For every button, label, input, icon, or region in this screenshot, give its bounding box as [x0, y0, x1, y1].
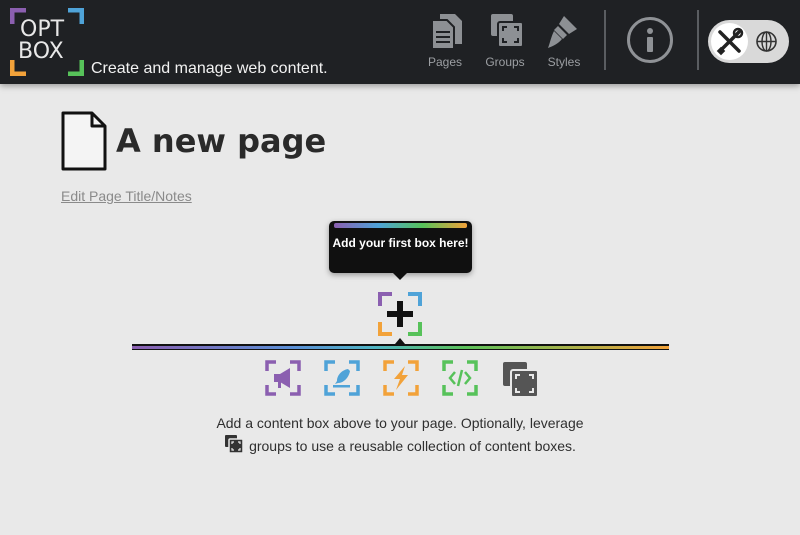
optbox-logo[interactable]: OPT BOX: [9, 7, 85, 77]
code-icon: [442, 360, 478, 396]
nav-groups[interactable]: Groups: [480, 12, 530, 69]
first-box-tooltip: Add your first box here!: [329, 221, 472, 280]
tooltip-arrow: [392, 272, 408, 280]
top-bar: OPT BOX Create and manage web content. P…: [0, 0, 800, 84]
info-button[interactable]: [627, 17, 673, 63]
feather-icon: [324, 360, 360, 396]
help-line-1: Add a content box above to your page. Op…: [216, 415, 584, 431]
toggle-knob: [711, 23, 748, 60]
paintbrush-icon: [548, 16, 577, 48]
help-line-2-wrap: groups to use a reusable collection of c…: [120, 434, 680, 457]
page-document-icon: [61, 111, 107, 171]
help-line-2: groups to use a reusable collection of c…: [249, 438, 576, 454]
megaphone-icon: [265, 360, 301, 396]
nav-styles-label: Styles: [547, 55, 581, 69]
edit-page-title-link[interactable]: Edit Page Title/Notes: [61, 188, 192, 204]
info-icon: [647, 28, 653, 52]
nav-groups-label: Groups: [485, 55, 525, 69]
group-box-button[interactable]: [501, 360, 539, 398]
groups-icon: [491, 14, 524, 48]
groups-icon: [503, 362, 539, 398]
tools-icon: [716, 27, 744, 56]
tooltip-gradient-bar: [334, 223, 467, 228]
nav-styles[interactable]: Styles: [539, 12, 589, 69]
pages-icon: [431, 14, 462, 50]
insert-line: [132, 344, 669, 350]
nav-pages[interactable]: Pages: [420, 12, 470, 69]
tooltip-text: Add your first box here!: [332, 236, 469, 250]
plus-icon: [378, 292, 422, 336]
tagline: Create and manage web content.: [91, 60, 328, 77]
nav-divider-2: [697, 10, 699, 70]
nav-divider: [604, 10, 606, 70]
mode-toggle[interactable]: [708, 20, 789, 63]
announcement-box-button[interactable]: [265, 360, 301, 396]
globe-icon: [756, 31, 777, 52]
code-box-button[interactable]: [442, 360, 478, 396]
add-box-button[interactable]: [378, 292, 422, 336]
logo-line-2: BOX: [18, 39, 64, 64]
dynamic-box-button[interactable]: [383, 360, 419, 396]
groups-inline-icon: [225, 435, 244, 454]
text-box-button[interactable]: [324, 360, 360, 396]
page-title: A new page: [116, 122, 327, 160]
nav-pages-label: Pages: [427, 55, 463, 69]
lightning-icon: [383, 360, 419, 396]
help-text: Add a content box above to your page. Op…: [120, 412, 680, 457]
